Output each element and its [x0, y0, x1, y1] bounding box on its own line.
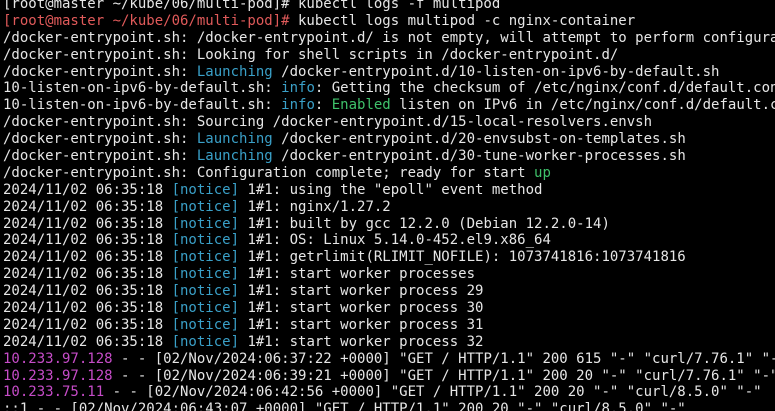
log-line: 2024/11/02 06:35:18 [notice] 1#1: start … [0, 283, 775, 300]
log-line: 2024/11/02 06:35:18 [notice] 1#1: OS: Li… [0, 232, 775, 249]
log-line: 10.233.97.128 - - [02/Nov/2024:06:39:21 … [0, 368, 775, 385]
log-text: /docker-entrypoint.sh: [3, 148, 197, 165]
log-line: 2024/11/02 06:35:18 [notice] 1#1: nginx/… [0, 199, 775, 216]
log-line: [root@master ~/kube/06/multi-pod]# kubec… [0, 0, 775, 13]
log-text: 1#1: OS: Linux 5.14.0-452.el9.x86_64 [239, 232, 551, 249]
log-text: 2024/11/02 06:35:18 [3, 249, 172, 266]
client-ip-address: 10.233.97.128 [3, 367, 113, 384]
terminal-window[interactable]: [root@master ~/kube/06/multi-pod]# kubec… [0, 0, 775, 411]
log-keyword-highlight: [notice] [171, 215, 240, 232]
log-line: /docker-entrypoint.sh: /docker-entrypoin… [0, 30, 775, 47]
log-text: /docker-entrypoint.d/10-listen-on-ipv6-b… [272, 63, 720, 80]
log-line: 2024/11/02 06:35:18 [notice] 1#1: getrli… [0, 249, 775, 266]
log-text: /docker-entrypoint.d/30-tune-worker-proc… [272, 148, 686, 165]
log-line: 10.233.97.128 - - [02/Nov/2024:06:37:22 … [0, 351, 775, 368]
log-status-highlight: Enabled [331, 97, 391, 114]
log-keyword-highlight: [notice] [171, 181, 240, 198]
log-text: 2024/11/02 06:35:18 [3, 232, 172, 249]
log-keyword-highlight: info [281, 97, 315, 114]
log-line: 2024/11/02 06:35:18 [notice] 1#1: start … [0, 317, 775, 334]
log-status-highlight: up [534, 164, 551, 181]
log-text: /docker-entrypoint.sh: Sourcing /docker-… [3, 114, 653, 131]
log-text: - - [02/Nov/2024:06:39:21 +0000] "GET / … [112, 367, 775, 384]
log-text: /docker-entrypoint.sh: [3, 63, 197, 80]
log-text: - - [02/Nov/2024:06:37:22 +0000] "GET / … [112, 350, 775, 367]
log-keyword-highlight: [notice] [171, 198, 240, 215]
log-text: 1#1: built by gcc 12.2.0 (Debian 12.2.0-… [239, 215, 610, 232]
log-text: kubectl logs multipod -c nginx-container [289, 12, 636, 29]
log-text: 2024/11/02 06:35:18 [3, 198, 172, 215]
log-line: 2024/11/02 06:35:18 [notice] 1#1: start … [0, 334, 775, 351]
log-text: 2024/11/02 06:35:18 [3, 266, 172, 283]
log-text: 2024/11/02 06:35:18 [3, 215, 172, 232]
log-line: ::1 - - [02/Nov/2024:06:43:07 +0000] "GE… [0, 401, 775, 411]
log-text: [root@master ~/kube/06/multi-pod]# kubec… [3, 0, 501, 12]
log-text: 1#1: start worker process 29 [239, 283, 484, 300]
log-text: 2024/11/02 06:35:18 [3, 333, 172, 350]
log-text: ::1 - - [02/Nov/2024:06:43:07 +0000] "GE… [3, 401, 686, 411]
log-text: - - [02/Nov/2024:06:42:56 +0000] "GET / … [104, 384, 762, 401]
log-keyword-highlight: [notice] [171, 300, 240, 317]
log-line: /docker-entrypoint.sh: Launching /docker… [0, 64, 775, 81]
log-keyword-highlight: info [281, 80, 315, 97]
shell-prompt: [root@master ~/kube/06/multi-pod]# [3, 12, 290, 29]
log-keyword-highlight: [notice] [171, 316, 240, 333]
log-text: 1#1: start worker process 32 [239, 333, 484, 350]
log-line: /docker-entrypoint.sh: Looking for shell… [0, 47, 775, 64]
log-text: listen on IPv6 in /etc/nginx/conf.d/defa… [390, 97, 775, 114]
log-text: 1#1: start worker process 31 [239, 316, 484, 333]
log-line: /docker-entrypoint.sh: Launching /docker… [0, 148, 775, 165]
log-text: 2024/11/02 06:35:18 [3, 300, 172, 317]
log-line: /docker-entrypoint.sh: Launching /docker… [0, 131, 775, 148]
client-ip-address: 10.233.97.128 [3, 350, 113, 367]
log-text: : [314, 97, 332, 114]
log-text: 2024/11/02 06:35:18 [3, 283, 172, 300]
log-line: [root@master ~/kube/06/multi-pod]# kubec… [0, 13, 775, 30]
log-line: 2024/11/02 06:35:18 [notice] 1#1: start … [0, 300, 775, 317]
log-text: 2024/11/02 06:35:18 [3, 181, 172, 198]
log-line: 2024/11/02 06:35:18 [notice] 1#1: start … [0, 266, 775, 283]
log-keyword-highlight: [notice] [171, 249, 240, 266]
log-keyword-highlight: [notice] [171, 333, 240, 350]
client-ip-address: 10.233.75.11 [3, 384, 105, 401]
log-text: /docker-entrypoint.sh: Looking for shell… [3, 46, 619, 63]
log-text: 10-listen-on-ipv6-by-default.sh: [3, 97, 282, 114]
log-text: 1#1: using the "epoll" event method [239, 181, 543, 198]
log-keyword-highlight: Launching [196, 63, 273, 80]
log-text: 10-listen-on-ipv6-by-default.sh: [3, 80, 282, 97]
log-text: 1#1: start worker processes [239, 266, 476, 283]
log-line: 10.233.75.11 - - [02/Nov/2024:06:42:56 +… [0, 384, 775, 401]
log-text: /docker-entrypoint.sh: [3, 131, 197, 148]
log-line: 10-listen-on-ipv6-by-default.sh: info: G… [0, 80, 775, 97]
log-text: /docker-entrypoint.sh: Configuration com… [3, 164, 535, 181]
log-text: 1#1: getrlimit(RLIMIT_NOFILE): 107374181… [239, 249, 686, 266]
log-text: 2024/11/02 06:35:18 [3, 316, 172, 333]
log-line: 2024/11/02 06:35:18 [notice] 1#1: using … [0, 182, 775, 199]
log-text: 1#1: nginx/1.27.2 [239, 198, 391, 215]
log-keyword-highlight: [notice] [171, 266, 240, 283]
log-line: /docker-entrypoint.sh: Sourcing /docker-… [0, 114, 775, 131]
log-line: 2024/11/02 06:35:18 [notice] 1#1: built … [0, 216, 775, 233]
log-keyword-highlight: Launching [196, 131, 273, 148]
log-text: /docker-entrypoint.d/20-envsubst-on-temp… [272, 131, 686, 148]
log-text: : Getting the checksum of /etc/nginx/con… [314, 80, 775, 97]
log-keyword-highlight: [notice] [171, 283, 240, 300]
log-line: 10-listen-on-ipv6-by-default.sh: info: E… [0, 97, 775, 114]
log-text: /docker-entrypoint.sh: /docker-entrypoin… [3, 29, 775, 46]
log-keyword-highlight: Launching [196, 148, 273, 165]
log-line: /docker-entrypoint.sh: Configuration com… [0, 165, 775, 182]
log-text: 1#1: start worker process 30 [239, 300, 484, 317]
log-keyword-highlight: [notice] [171, 232, 240, 249]
